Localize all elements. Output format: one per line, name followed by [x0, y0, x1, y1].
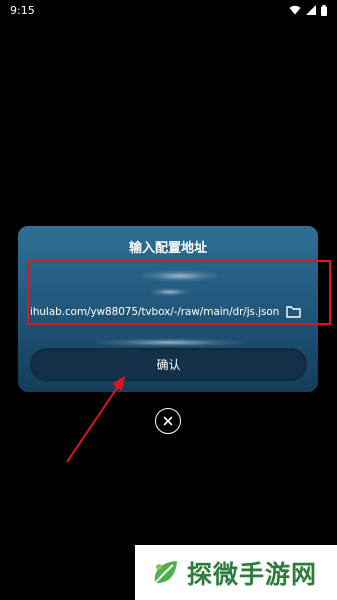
leaf-logo-icon [149, 557, 181, 589]
watermark-text: 探微手游网 [187, 559, 318, 589]
annotation-arrow [66, 376, 125, 463]
close-icon [163, 416, 173, 426]
watermark: 探微手游网 [135, 545, 337, 600]
close-button[interactable] [155, 408, 181, 434]
